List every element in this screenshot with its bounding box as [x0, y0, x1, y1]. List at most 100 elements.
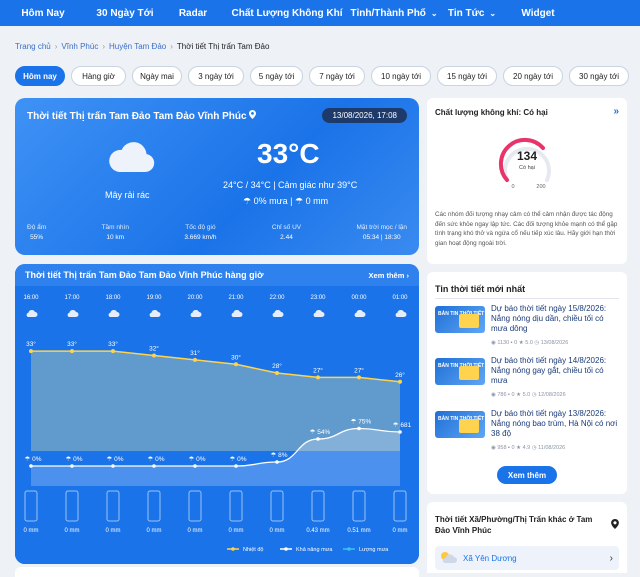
umbrella-icon: ☂: [243, 196, 252, 206]
location-item[interactable]: Xã Yên Dương ›: [435, 546, 619, 570]
breadcrumb: Trang chủ › Vĩnh Phúc › Huyện Tam Đảo › Thời t…: [15, 42, 269, 51]
nav-item[interactable]: Widget: [508, 0, 568, 26]
temperature-point: [152, 353, 156, 358]
breadcrumb-link[interactable]: Trang chủ: [15, 42, 51, 51]
news-item[interactable]: BẢN TIN THỜI TIẾTDự báo thời tiết ngày 1…: [435, 356, 621, 400]
legend-marker: [231, 547, 235, 551]
rain-amount-label: 0 mm: [24, 528, 39, 534]
news-item[interactable]: BẢN TIN THỜI TIẾTDự báo thời tiết ngày 1…: [435, 409, 621, 453]
chevron-right-icon: ›: [406, 270, 410, 280]
tab-period[interactable]: Ngày mai: [132, 66, 182, 86]
cloud-icon: [107, 140, 155, 179]
tab-period[interactable]: Hàng giờ: [71, 66, 126, 86]
temperature-point: [234, 362, 238, 367]
news-item[interactable]: BẢN TIN THỜI TIẾTDự báo thời tiết ngày 1…: [435, 304, 621, 348]
breadcrumb-current: Thời tiết Thị trấn Tam Đảo: [176, 42, 270, 51]
nav-item[interactable]: Hôm Nay: [0, 0, 86, 26]
news-headline[interactable]: Dự báo thời tiết ngày 13/8/2026: Nắng nó…: [491, 409, 621, 439]
rain-amount-label: 0.51 mm: [347, 528, 370, 534]
clock-icon: ◷: [530, 445, 539, 451]
news-meta: ◉ 1130 ▪ 0 ★ 5.0 ◷ 13/08/2026: [491, 340, 568, 346]
star-icon: ★: [514, 392, 523, 398]
tab-period[interactable]: 30 ngày tới: [569, 66, 629, 86]
nav-item-dropdown[interactable]: Tin Tức ⌄: [436, 0, 508, 26]
temperature-label: 31°: [190, 349, 200, 357]
temperature-label: 28°: [272, 362, 282, 370]
temperature-point: [357, 375, 361, 380]
current-date-badge: 13/08/2026, 17:08: [322, 108, 407, 123]
rain-chance-point: [193, 464, 197, 468]
news-thumbnail: BẢN TIN THỜI TIẾT: [435, 411, 485, 438]
nav-item[interactable]: Chất Lượng Không Khí: [222, 0, 352, 26]
breadcrumb-separator: ›: [54, 42, 58, 51]
tab-period[interactable]: 20 ngày tới: [503, 66, 563, 86]
rain-chance-point: [111, 464, 115, 468]
aqi-min: 0: [511, 184, 514, 190]
hour-label: 00:00: [351, 295, 367, 301]
nav-item-label: Tỉnh/Thành Phố: [350, 7, 426, 19]
news-more-button[interactable]: Xem thêm: [497, 466, 557, 484]
stat-label: Tốc độ gió: [185, 224, 216, 231]
rain-chance-point: [152, 464, 156, 468]
rain-chance-label: ☂ 8%: [270, 451, 287, 459]
news-headline[interactable]: Dự báo thời tiết ngày 15/8/2026: Nắng nó…: [491, 304, 621, 334]
top-nav: Hôm Nay 30 Ngày Tới Radar Chất Lượng Không …: [0, 0, 640, 26]
other-locations-card: Thời tiết Xã/Phường/Thị Trấn khác ở Tam …: [427, 502, 627, 573]
rain-chance-point: [234, 464, 238, 468]
stat-label: Độ ẩm: [27, 224, 47, 231]
double-chevron-right-icon[interactable]: »: [613, 106, 619, 117]
tab-period[interactable]: 5 ngày tới: [250, 66, 303, 86]
hour-label: 20:00: [187, 295, 203, 301]
breadcrumb-link[interactable]: Huyện Tam Đảo: [109, 42, 166, 51]
rain-chance: 0% mưa: [253, 196, 288, 206]
temperature-point: [316, 375, 320, 380]
temperature-label: 33°: [108, 340, 118, 348]
legend-label: Lượng mưa: [359, 547, 389, 553]
tab-period[interactable]: Hôm nay: [15, 66, 65, 86]
hourly-more-label: Xem thêm: [368, 270, 405, 280]
tab-period[interactable]: 10 ngày tới: [371, 66, 431, 86]
nav-item[interactable]: Radar: [164, 0, 222, 26]
nav-item-label: Tin Tức: [447, 7, 485, 19]
aqi-value: 134: [517, 149, 537, 163]
rain-chance-label: ☂ 0%: [24, 455, 41, 463]
news-date: 11/08/2026: [538, 445, 566, 451]
weather-illustration-icon: [459, 314, 479, 328]
news-headline[interactable]: Dự báo thời tiết ngày 14/8/2026: Nắng nó…: [491, 356, 621, 386]
air-quality-title: Chất lượng không khí: Có hại: [435, 108, 548, 117]
temperature-point: [193, 357, 197, 362]
rain-chance-label: ☂ 0%: [65, 455, 82, 463]
rain-chance-label: ☂ 0%: [106, 455, 123, 463]
hour-label: 16:00: [23, 295, 39, 301]
temperature-point: [70, 349, 74, 354]
clock-icon: ◷: [532, 340, 541, 346]
hourly-more-link[interactable]: Xem thêm ›: [369, 271, 409, 280]
tab-period[interactable]: 3 ngày tới: [188, 66, 244, 86]
bottom-card-edge: [15, 567, 419, 577]
stat-value: 05:34 | 18:30: [362, 234, 401, 241]
temperature-point: [29, 349, 33, 354]
rain-chance-point: [275, 460, 279, 464]
rain-chance-point: [398, 430, 402, 434]
tab-period[interactable]: 15 ngày tới: [437, 66, 497, 86]
nav-item[interactable]: 30 Ngày Tới: [86, 0, 164, 26]
breadcrumb-link[interactable]: Vĩnh Phúc: [61, 42, 98, 51]
news-divider: [435, 298, 619, 299]
temperature-label: 33°: [26, 340, 36, 348]
stat-value: 2.44: [280, 234, 293, 241]
news-date: 13/08/2026: [540, 340, 569, 346]
weather-illustration-icon: [459, 419, 479, 433]
chevron-down-icon: ⌄: [489, 8, 497, 18]
temperature-label: 27°: [354, 366, 364, 374]
stat-label: Chỉ số UV: [271, 224, 302, 231]
tab-period[interactable]: 7 ngày tới: [309, 66, 365, 86]
hour-label: 19:00: [146, 295, 162, 301]
news-meta: ◉ 786 ▪ 0 ★ 5.0 ◷ 12/08/2026: [491, 392, 566, 398]
rain-amount: 0 mm: [305, 196, 329, 206]
nav-item-dropdown[interactable]: Tỉnh/Thành Phố ⌄: [350, 0, 437, 26]
breadcrumb-separator: ›: [102, 42, 105, 51]
clock-icon: ◷: [530, 392, 539, 398]
temperature-label: 30°: [231, 353, 241, 361]
news-thumbnail: BẢN TIN THỜI TIẾT: [435, 358, 485, 385]
location-pin-icon: [611, 516, 619, 534]
